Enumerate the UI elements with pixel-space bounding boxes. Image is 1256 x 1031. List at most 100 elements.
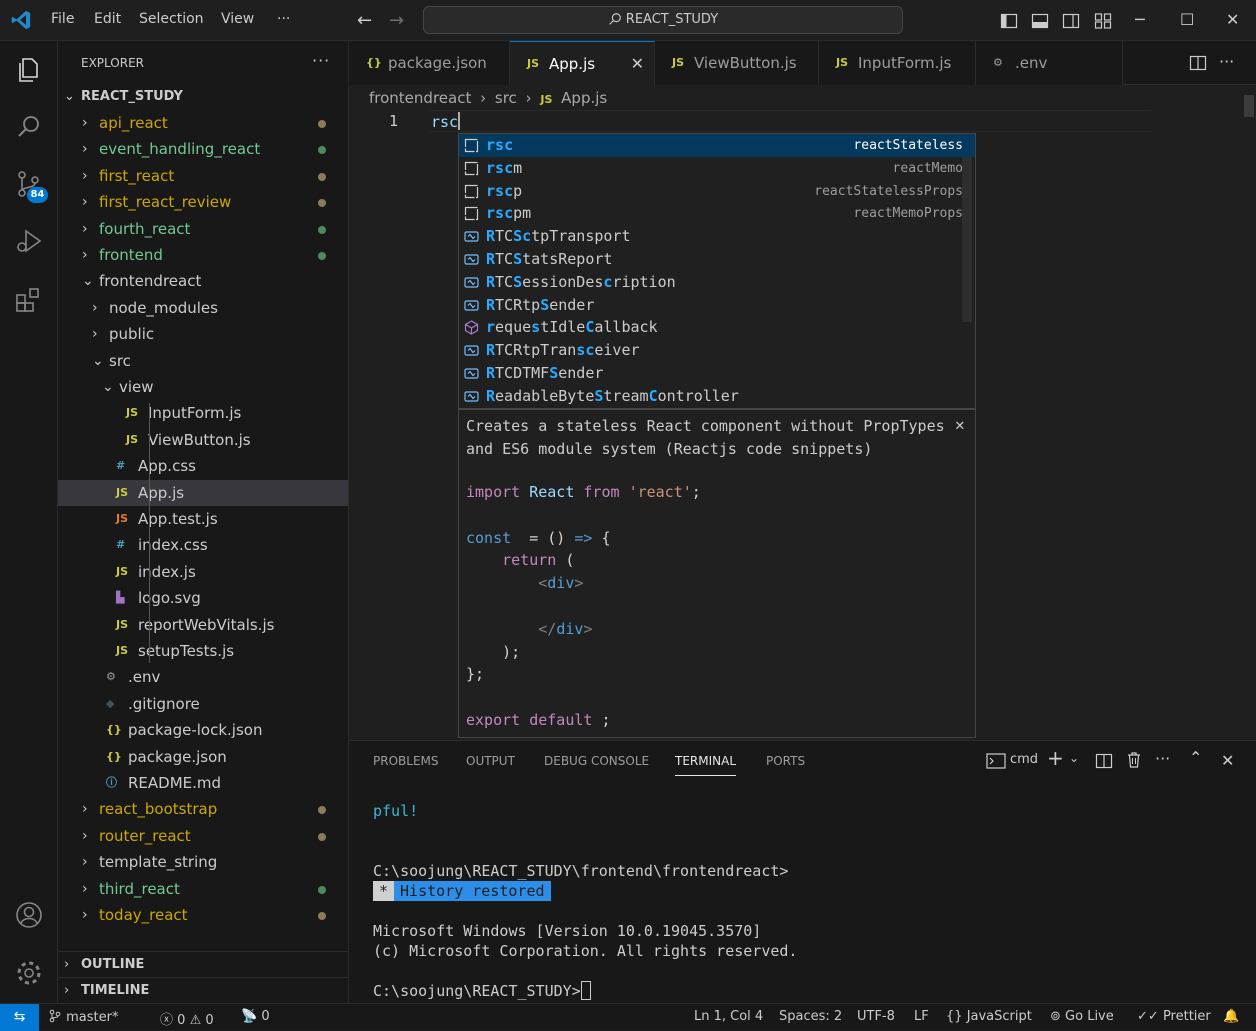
editor-scroll-thumb[interactable] [1244, 95, 1254, 117]
tab-ports[interactable]: PORTS [766, 754, 805, 768]
toggle-secondary-sidebar-icon[interactable] [1062, 12, 1080, 30]
command-center-search[interactable]: REACT_STUDY [423, 6, 903, 34]
tree-item-today-react[interactable]: › today_react [58, 902, 348, 928]
ports-indicator[interactable]: 📡 0 [241, 1009, 270, 1024]
tree-item-frontend[interactable]: › frontend [58, 242, 348, 268]
tree-item-package-json[interactable]: {} package.json [58, 744, 348, 770]
terminal-output[interactable]: pful! C:\soojung\REACT_STUDY\frontend\fr… [373, 801, 797, 1001]
timeline-section-header[interactable]: › TIMELINE [58, 977, 348, 1003]
tree-item-react-bootstrap[interactable]: › react_bootstrap [58, 796, 348, 822]
tree-item-app-js[interactable]: JS App.js [58, 479, 348, 506]
tree-item-router-react[interactable]: › router_react [58, 823, 348, 849]
suggestion-scrollbar[interactable] [962, 157, 972, 322]
tree-item-frontendreact[interactable]: ⌄ frontendreact [58, 268, 348, 294]
minimize-icon[interactable]: ─ [1135, 10, 1145, 29]
tree-item-template-string[interactable]: › template_string [58, 849, 348, 875]
new-terminal-icon[interactable]: + [1047, 746, 1064, 770]
explorer-icon[interactable] [14, 55, 44, 85]
tree-item-event-handling-react[interactable]: › event_handling_react [58, 136, 348, 162]
tab-problems[interactable]: PROBLEMS [373, 754, 439, 768]
encoding[interactable]: UTF-8 [857, 1009, 895, 1024]
forward-arrow-icon[interactable]: → [389, 10, 404, 31]
breadcrumb-folder[interactable]: frontendreact [369, 89, 471, 107]
suggestion-item[interactable]: RTCRtpSender [459, 294, 975, 317]
terminal-icon[interactable] [986, 752, 1006, 770]
tree-item-src[interactable]: ⌄ src [58, 348, 348, 374]
extensions-icon[interactable] [14, 284, 44, 314]
tree-item-reportwebvitals-js[interactable]: JS reportWebVitals.js [58, 612, 348, 638]
suggestion-item[interactable]: RTCSessionDescription [459, 271, 975, 294]
tree-item-app-test-js[interactable]: JS App.test.js [58, 506, 348, 532]
run-debug-icon[interactable] [14, 226, 44, 256]
suggestion-item[interactable]: ReadableByteStreamController [459, 385, 975, 408]
suggestion-item[interactable]: rscpm reactMemoProps [459, 202, 975, 225]
indentation[interactable]: Spaces: 2 [779, 1009, 842, 1024]
go-live-button[interactable]: ⊚ Go Live [1050, 1009, 1114, 1024]
split-terminal-icon[interactable] [1095, 752, 1113, 770]
suggestion-item[interactable]: rsc reactStateless [459, 134, 975, 157]
settings-gear-icon[interactable] [14, 958, 44, 988]
menu-file[interactable]: File [51, 11, 74, 27]
toggle-panel-icon[interactable] [1031, 12, 1049, 30]
tab--env[interactable]: ⚙ .env [976, 41, 1123, 85]
suggestion-item[interactable]: RTCDTMFSender [459, 362, 975, 385]
end-of-line[interactable]: LF [914, 1009, 929, 1024]
close-panel-icon[interactable]: ✕ [1221, 751, 1234, 770]
prettier-indicator[interactable]: ✓✓ Prettier [1137, 1009, 1211, 1024]
suggestion-item[interactable]: RTCSctpTransport [459, 225, 975, 248]
suggestion-item[interactable]: requestIdleCallback [459, 316, 975, 339]
branch-indicator[interactable]: master* [48, 1009, 118, 1025]
tree-item-public[interactable]: › public [58, 321, 348, 347]
tree-item-package-lock-json[interactable]: {} package-lock.json [58, 717, 348, 743]
menu-view[interactable]: View [221, 11, 254, 27]
cursor-position[interactable]: Ln 1, Col 4 [694, 1009, 763, 1024]
tree-item-index-js[interactable]: JS index.js [58, 559, 348, 585]
language-mode[interactable]: {} JavaScript [946, 1009, 1032, 1024]
tree-item--gitignore[interactable]: ◆ .gitignore [58, 691, 348, 717]
tree-item-viewbutton-js[interactable]: JS ViewButton.js [58, 427, 348, 453]
tree-item-fourth-react[interactable]: › fourth_react [58, 216, 348, 242]
breadcrumb-file[interactable]: App.js [561, 89, 607, 107]
tree-item-api-react[interactable]: › api_react [58, 110, 348, 136]
outline-section-header[interactable]: › OUTLINE [58, 951, 348, 977]
tab-app-js[interactable]: JS App.js ✕ [510, 41, 655, 85]
explorer-more-actions[interactable]: ··· [312, 51, 330, 70]
editor-scrollbar[interactable] [1242, 85, 1256, 740]
chevron-down-icon[interactable]: ⌄ [1069, 751, 1079, 765]
toggle-primary-sidebar-icon[interactable] [1000, 12, 1018, 30]
tab-output[interactable]: OUTPUT [466, 754, 515, 768]
menu-selection[interactable]: Selection [139, 11, 204, 27]
workspace-root-header[interactable]: ⌄ REACT_STUDY [58, 84, 348, 110]
suggestion-item[interactable]: rscm reactMemo [459, 157, 975, 180]
search-icon[interactable] [14, 112, 44, 142]
tree-item--env[interactable]: ⚙ .env [58, 664, 348, 690]
maximize-icon[interactable]: ☐ [1180, 10, 1194, 29]
tab-package-json[interactable]: {} package.json [349, 41, 510, 85]
close-tab-icon[interactable]: ✕ [631, 42, 644, 86]
suggestion-item[interactable]: RTCRtpTransceiver [459, 339, 975, 362]
editor-more-actions[interactable]: ··· [1219, 52, 1234, 71]
tree-item-app-css[interactable]: # App.css [58, 453, 348, 479]
tree-item-index-css[interactable]: # index.css [58, 532, 348, 558]
account-icon[interactable] [14, 900, 44, 930]
tab-debug-console[interactable]: DEBUG CONSOLE [544, 754, 649, 768]
code-line[interactable]: rsc [431, 112, 461, 131]
notifications-bell-icon[interactable]: 🔔 [1223, 1009, 1239, 1024]
vscode-logo-icon[interactable] [10, 9, 32, 31]
tree-item-view[interactable]: ⌄ view [58, 374, 348, 400]
tree-item-setuptests-js[interactable]: JS setupTests.js [58, 638, 348, 664]
close-details-icon[interactable]: ✕ [955, 415, 965, 434]
trash-icon[interactable] [1126, 751, 1142, 769]
tree-item-logo-svg[interactable]: ▙ logo.svg [58, 585, 348, 611]
tree-item-inputform-js[interactable]: JS InputForm.js [58, 400, 348, 426]
back-arrow-icon[interactable]: ← [357, 10, 372, 31]
tree-item-first-react-review[interactable]: › first_react_review [58, 189, 348, 215]
tree-item-node-modules[interactable]: › node_modules [58, 295, 348, 321]
tab-inputform-js[interactable]: JS InputForm.js [819, 41, 976, 85]
breadcrumb-src[interactable]: src [495, 89, 517, 107]
problems-indicator[interactable]: ⓧ 0 ⚠ 0 [160, 1009, 214, 1028]
remote-indicator-icon[interactable]: ⇆ [0, 1004, 39, 1031]
close-window-icon[interactable]: ✕ [1226, 10, 1239, 29]
tree-item-first-react[interactable]: › first_react [58, 163, 348, 189]
menu-edit[interactable]: Edit [94, 11, 121, 27]
